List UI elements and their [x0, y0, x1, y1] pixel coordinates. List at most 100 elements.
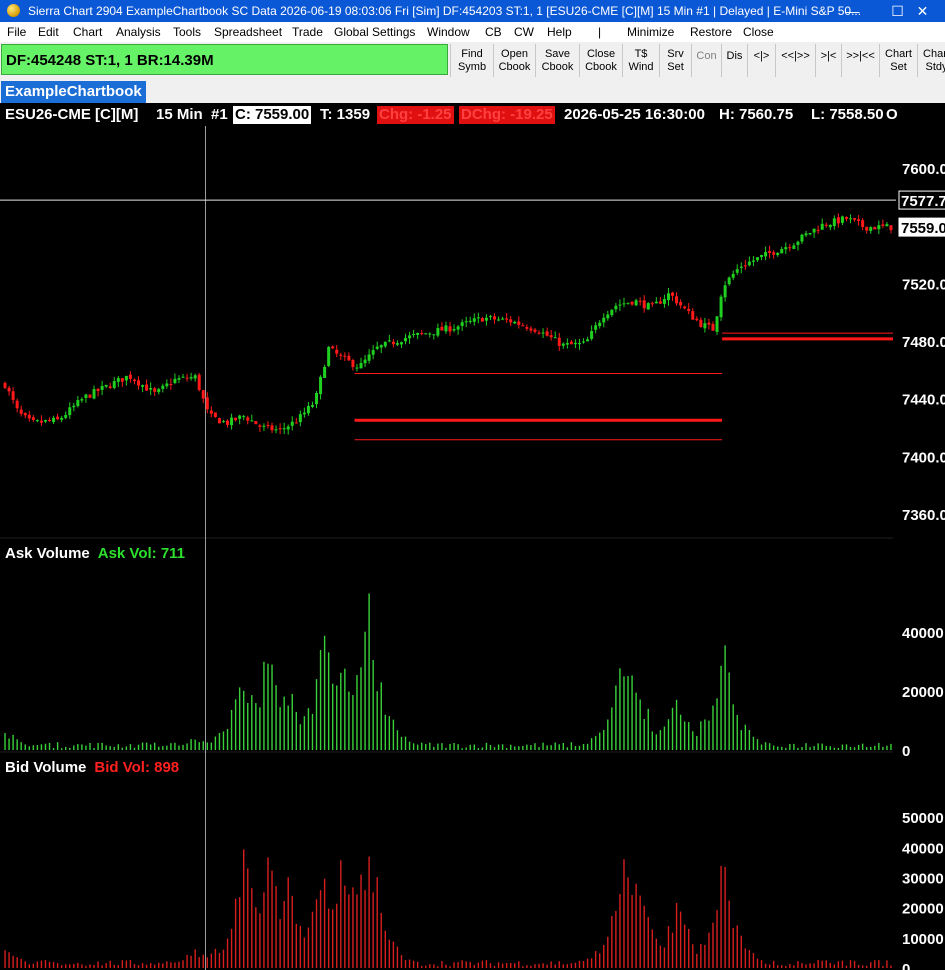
price-candle [310, 405, 314, 407]
volume-bar [886, 745, 888, 750]
volume-bar [554, 742, 556, 750]
volume-bar [692, 944, 694, 968]
price-candle [323, 366, 327, 378]
price-candle [650, 303, 654, 305]
price-candle [193, 375, 197, 379]
price-candle [302, 412, 306, 415]
volume-bar [833, 747, 836, 750]
toolbar-button-srv-set[interactable]: Srv Set [659, 44, 691, 77]
volume-bar [267, 857, 269, 968]
volume-bar [8, 738, 10, 750]
price-candle [739, 266, 743, 268]
toolbar-button-[interactable]: <|> [747, 44, 775, 77]
toolbar-button-close-cbook[interactable]: Close Cbook [579, 44, 622, 77]
volume-bar [845, 744, 848, 750]
volume-bar [283, 696, 285, 750]
volume-bar [651, 731, 653, 750]
toolbar-button-chart-set[interactable]: Chart Set [879, 44, 917, 77]
volume-axis-label: 0 [902, 743, 910, 760]
volume-axis-label: 50000 [902, 810, 944, 827]
volume-bar [408, 741, 411, 750]
price-candle [274, 429, 278, 431]
menu-file[interactable]: File [7, 25, 26, 39]
menu-chart[interactable]: Chart [73, 25, 102, 39]
menu-close[interactable]: Close [743, 25, 774, 39]
volume-bar [133, 747, 136, 750]
toolbar-button-open-cbook[interactable]: Open Cbook [493, 44, 535, 77]
volume-bar [445, 964, 447, 968]
menu-analysis[interactable]: Analysis [116, 25, 161, 39]
menu-bar: File Edit Chart Analysis Tools Spreadshe… [0, 22, 945, 42]
price-candle [242, 416, 246, 418]
volume-bar [336, 685, 338, 750]
toolbar-button-[interactable]: <<|>> [775, 44, 815, 77]
volume-bar [56, 742, 59, 750]
close-window-button[interactable]: ✕ [900, 0, 945, 22]
price-candle [614, 305, 618, 310]
toolbar-button-chart-stdy[interactable]: Chart Stdy [917, 44, 945, 77]
price-candle [387, 340, 391, 342]
price-chart-canvas[interactable]: 7600.07560.07520.07480.07440.07400.07360… [0, 104, 945, 970]
toolbar-button-con[interactable]: Con [691, 44, 721, 77]
title-bar[interactable]: Sierra Chart 2904 ExampleChartbook SC Da… [0, 0, 945, 22]
menu-tools[interactable]: Tools [173, 25, 201, 39]
volume-bar [586, 743, 589, 750]
volume-bar [582, 744, 585, 750]
price-candle [19, 409, 23, 414]
volume-bar [166, 745, 168, 750]
minimize-window-button[interactable]: — [830, 0, 875, 22]
menu-global-settings[interactable]: Global Settings [334, 25, 415, 39]
bar-open-truncated: O [886, 106, 898, 123]
volume-bar [728, 672, 730, 750]
volume-bar [781, 965, 783, 968]
price-candle [521, 325, 525, 327]
volume-bar [166, 961, 168, 968]
price-candle [699, 319, 703, 327]
volume-bar [712, 705, 714, 750]
volume-bar [251, 888, 253, 968]
volume-bar [182, 744, 184, 750]
price-candle [145, 384, 149, 391]
price-candle [577, 342, 581, 345]
menu-cb[interactable]: CB [485, 25, 502, 39]
menu-help[interactable]: Help [547, 25, 572, 39]
toolbar-button-dis[interactable]: Dis [721, 44, 747, 77]
tab-examplechartbook[interactable]: ExampleChartbook [1, 81, 146, 103]
price-candle [161, 385, 165, 389]
price-candle [662, 299, 666, 304]
menu-spreadsheet[interactable]: Spreadsheet [214, 25, 282, 39]
volume-bar [416, 961, 419, 968]
volume-bar [530, 745, 532, 750]
volume-bar [73, 745, 75, 750]
menu-trade[interactable]: Trade [292, 25, 323, 39]
menu-restore[interactable]: Restore [690, 25, 732, 39]
status-indicator[interactable]: DF:454248 ST:1, 1 BR:14.39M [1, 44, 448, 75]
volume-bar [125, 746, 128, 750]
price-candle [861, 220, 865, 227]
toolbar-button-[interactable]: >>|<< [841, 44, 879, 77]
price-candle [735, 269, 739, 273]
toolbar-button-find-symb[interactable]: Find Symb [450, 44, 493, 77]
menu-edit[interactable]: Edit [38, 25, 59, 39]
volume-bar [708, 720, 710, 750]
toolbar-button-[interactable]: >|< [815, 44, 841, 77]
volume-bar [522, 966, 524, 968]
volume-bar [708, 932, 710, 968]
menu-minimize[interactable]: Minimize [627, 25, 674, 39]
volume-bar [732, 704, 734, 750]
chart-window[interactable]: 7600.07560.07520.07480.07440.07400.07360… [0, 104, 945, 970]
price-candle [464, 321, 468, 323]
price-candle [315, 392, 319, 405]
price-candle [784, 247, 788, 250]
volume-bar [518, 961, 520, 968]
price-candle [719, 296, 723, 318]
price-candle [800, 234, 804, 242]
menu-window[interactable]: Window [427, 25, 470, 39]
volume-bar [797, 747, 799, 750]
toolbar-button-save-cbook[interactable]: Save Cbook [535, 44, 579, 77]
volume-bar [570, 742, 573, 750]
volume-bar [599, 732, 601, 750]
volume-bar [635, 692, 637, 750]
menu-cw[interactable]: CW [514, 25, 534, 39]
toolbar-button-t-wind[interactable]: T$ Wind [622, 44, 659, 77]
